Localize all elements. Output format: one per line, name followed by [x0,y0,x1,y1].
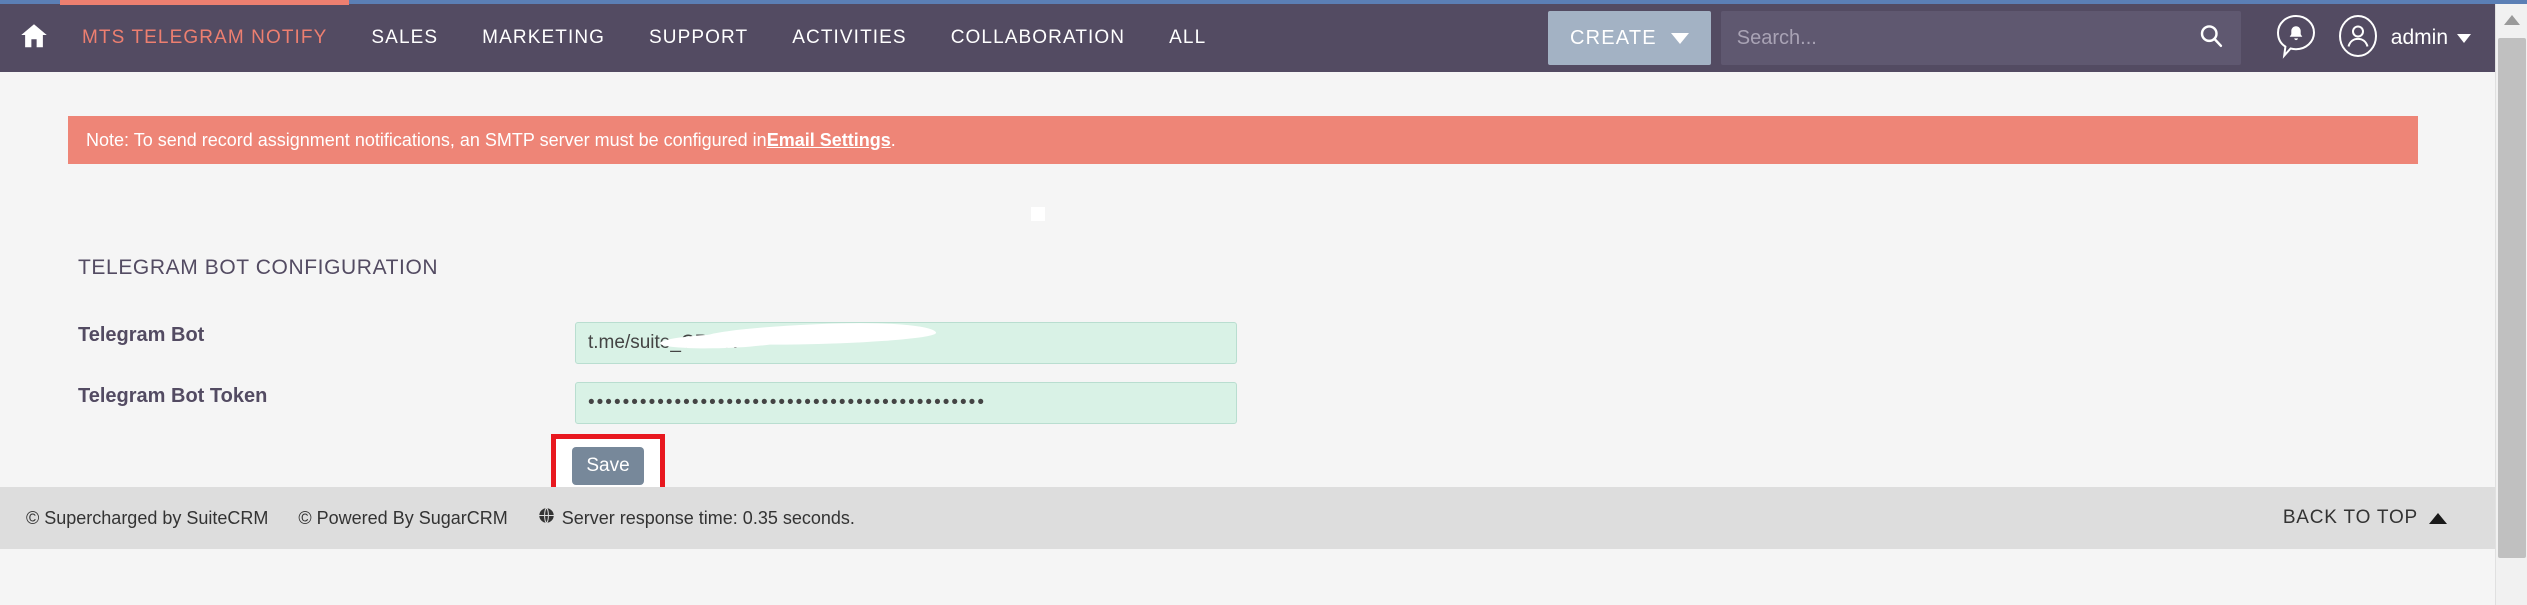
top-navigation-bar: MTS TELEGRAM NOTIFY SALES MARKETING SUPP… [0,0,2495,72]
chevron-up-icon [2504,15,2520,25]
save-button[interactable]: Save [572,446,644,485]
nav-item-sales[interactable]: SALES [349,4,460,72]
nav-item-label: MARKETING [482,27,606,48]
search-icon[interactable] [2197,22,2225,55]
user-menu-label-wrap[interactable]: admin [2391,26,2471,50]
create-button[interactable]: CREATE [1547,11,1711,65]
nav-item-label: ACTIVITIES [792,27,907,48]
alert-text: Note: To send record assignment notifica… [86,129,767,150]
nav-item-activities[interactable]: ACTIVITIES [770,4,928,72]
nav-item-label: SALES [371,27,439,48]
footer-supercharged-label: © Supercharged by SuiteCRM [26,507,269,528]
nav-item-label: ALL [1169,27,1207,48]
page-footer: © Supercharged by SuiteCRM © Powered By … [0,487,2495,549]
nav-item-mts-telegram-notify[interactable]: MTS TELEGRAM NOTIFY [60,0,350,72]
nav-item-marketing[interactable]: MARKETING [460,4,627,72]
navbar-right-controls: CREATE Search... admin [1547,7,2495,69]
user-name-label: admin [2390,26,2448,49]
footer-response-time: Server response time: 0.35 seconds. [538,507,855,529]
vertical-scrollbar[interactable] [2495,4,2527,605]
telegram-bot-label: Telegram Bot [78,324,205,346]
globe-icon [538,507,555,529]
main-content: Note: To send record assignment notifica… [0,72,2495,497]
arrow-up-icon [2429,512,2447,524]
nav-item-all[interactable]: ALL [1147,4,1228,72]
scrollbar-thumb[interactable] [2498,38,2526,558]
back-to-top-button[interactable]: BACK TO TOP [2283,507,2447,529]
nav-item-support[interactable]: SUPPORT [627,4,770,72]
nav-item-label: COLLABORATION [950,27,1126,48]
page-title: TELEGRAM BOT CONFIGURATION [78,256,439,279]
nav-item-label: MTS TELEGRAM NOTIFY [82,27,328,48]
search-input[interactable] [1736,26,2197,50]
chevron-down-icon [2457,33,2471,43]
create-button-label: CREATE [1569,26,1657,49]
global-search[interactable] [1720,11,2241,65]
email-settings-link[interactable]: Email Settings [767,130,891,151]
telegram-bot-token-label: Telegram Bot Token [78,385,268,407]
user-avatar-icon [2335,13,2381,64]
alert-text-tail: . [890,129,896,150]
response-time-label: Server response time: 0.35 seconds. [561,507,855,528]
footer-powered-label: © Powered By SugarCRM [298,507,508,528]
notifications-button[interactable] [2265,7,2327,69]
nav-item-collaboration[interactable]: COLLABORATION [929,4,1147,72]
page-bottom-spacer [0,549,2495,605]
cursor-marker [1031,207,1045,221]
user-menu-button[interactable] [2327,7,2389,69]
nav-menu: MTS TELEGRAM NOTIFY SALES MARKETING SUPP… [60,0,1228,72]
footer-left-group: © Supercharged by SuiteCRM © Powered By … [26,507,855,529]
home-button[interactable] [8,4,60,72]
telegram-bot-token-input[interactable] [575,382,1237,424]
chevron-down-icon [1670,32,1689,44]
scrollbar-up-button[interactable] [2496,4,2527,36]
nav-item-label: SUPPORT [649,27,749,48]
smtp-warning-banner: Note: To send record assignment notifica… [68,116,2418,164]
back-to-top-label: BACK TO TOP [2282,507,2418,528]
notification-bell-icon [2273,13,2319,64]
home-icon [19,21,49,56]
